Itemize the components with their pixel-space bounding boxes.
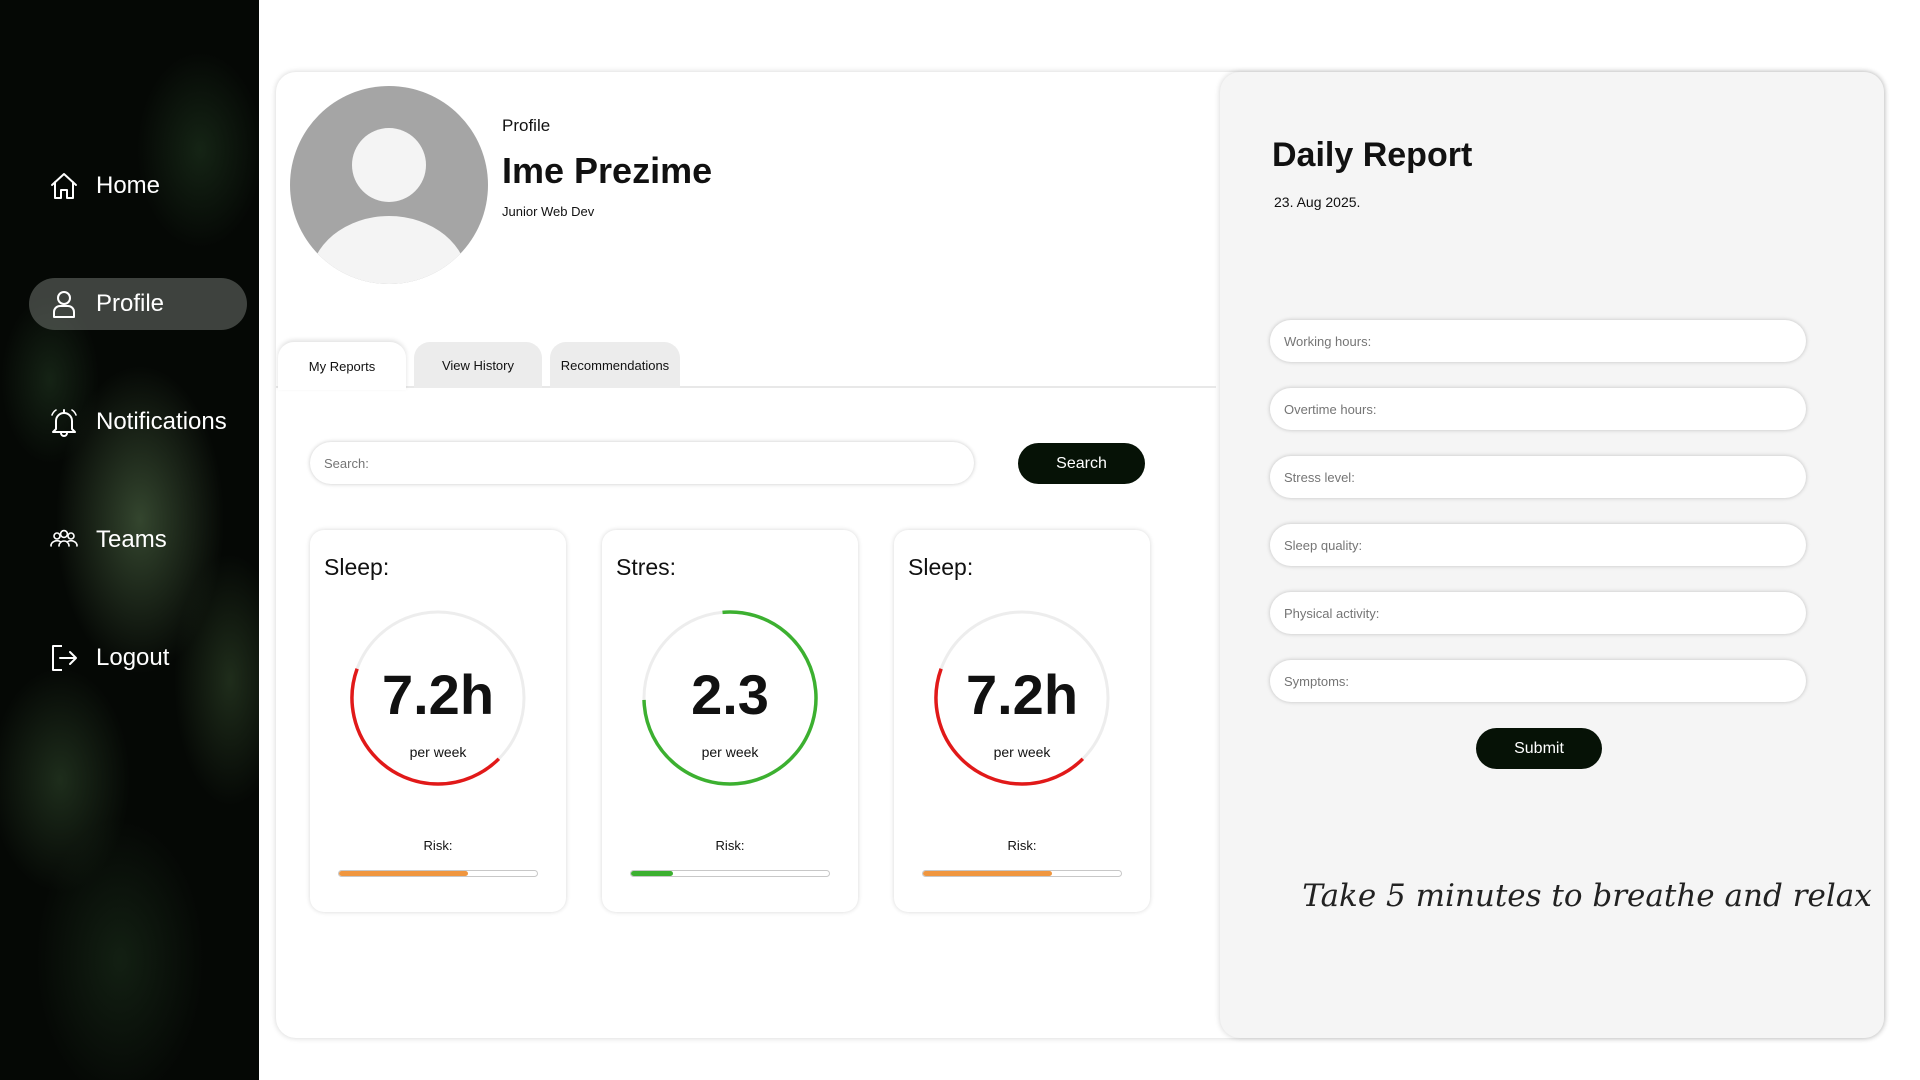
risk-bar xyxy=(338,870,538,877)
search-input[interactable] xyxy=(310,442,974,484)
sidebar-item-label: Home xyxy=(96,172,161,199)
metric-card: Sleep: 7.2h per week Risk: xyxy=(894,530,1150,912)
logout-icon xyxy=(49,643,79,673)
metric-title: Stres: xyxy=(616,554,677,580)
sidebar-item-teams[interactable]: Teams xyxy=(29,514,247,566)
report-title: Daily Report xyxy=(1272,136,1473,174)
user-icon xyxy=(49,289,79,319)
risk-bar xyxy=(922,870,1122,877)
sidebar-item-logout[interactable]: Logout xyxy=(29,632,247,684)
report-date: 23. Aug 2025. xyxy=(1274,194,1361,210)
profile-section-label: Profile xyxy=(502,116,551,135)
metric-card: Sleep: 7.2h per week Risk: xyxy=(310,530,566,912)
avatar xyxy=(290,86,488,284)
risk-label: Risk: xyxy=(715,838,745,853)
home-icon xyxy=(49,171,79,201)
overtime-hours-field[interactable] xyxy=(1270,388,1806,430)
tab-my-reports[interactable]: My Reports xyxy=(278,342,406,390)
daily-report-panel: Daily Report 23. Aug 2025. Submit Take 5… xyxy=(1220,72,1884,1038)
tab-view-history[interactable]: View History xyxy=(414,342,542,388)
sidebar-item-label: Profile xyxy=(96,290,165,317)
stress-level-field[interactable] xyxy=(1270,456,1806,498)
metric-unit: per week xyxy=(993,744,1051,760)
risk-bar-fill xyxy=(339,871,468,876)
sidebar-item-label: Teams xyxy=(96,526,167,553)
risk-label: Risk: xyxy=(1007,838,1037,853)
risk-bar-fill xyxy=(923,871,1052,876)
team-icon xyxy=(49,525,79,555)
metric-title: Sleep: xyxy=(324,554,390,580)
sleep-quality-field[interactable] xyxy=(1270,524,1806,566)
sidebar-item-label: Notifications xyxy=(96,408,227,435)
risk-label: Risk: xyxy=(423,838,453,853)
risk-bar xyxy=(630,870,830,877)
working-hours-field[interactable] xyxy=(1270,320,1806,362)
sidebar-item-label: Logout xyxy=(96,644,170,671)
profile-role: Junior Web Dev xyxy=(502,204,595,219)
metric-unit: per week xyxy=(409,744,467,760)
search-button[interactable]: Search xyxy=(1018,443,1145,484)
physical-activity-field[interactable] xyxy=(1270,592,1806,634)
symptoms-field[interactable] xyxy=(1270,660,1806,702)
metric-card: Stres: 2.3 per week Risk: xyxy=(602,530,858,912)
metric-value: 7.2h xyxy=(381,663,495,726)
metric-value: 2.3 xyxy=(691,663,769,726)
submit-button[interactable]: Submit xyxy=(1476,728,1602,769)
relax-quote: Take 5 minutes to breathe and relax xyxy=(1302,878,1872,914)
profile-name: Ime Prezime xyxy=(502,150,713,191)
bell-icon xyxy=(49,407,79,437)
tab-recommendations[interactable]: Recommendations xyxy=(550,342,680,388)
sidebar-item-notifications[interactable]: Notifications xyxy=(29,396,247,448)
sidebar-item-home[interactable]: Home xyxy=(29,160,247,212)
sidebar-item-profile[interactable]: Profile xyxy=(29,278,247,330)
risk-bar-fill xyxy=(631,871,673,876)
sidebar: Home Profile Notifications Teams Logout xyxy=(0,0,259,1080)
metric-title: Sleep: xyxy=(908,554,974,580)
metric-value: 7.2h xyxy=(965,663,1079,726)
metric-unit: per week xyxy=(701,744,759,760)
